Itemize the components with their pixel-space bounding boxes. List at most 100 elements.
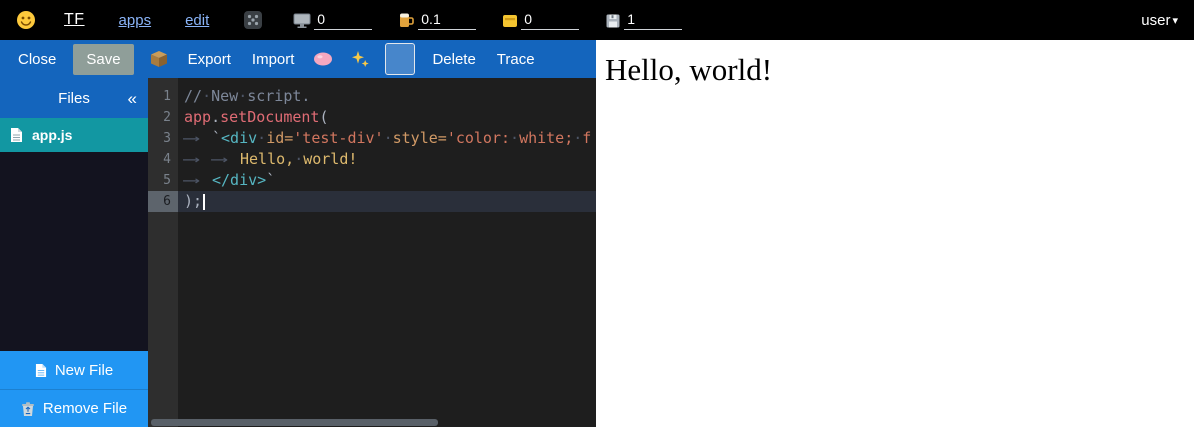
code-token-string: f bbox=[582, 129, 591, 147]
code-token-name: app bbox=[184, 108, 211, 126]
code-token-string: 'test-div' bbox=[293, 129, 383, 147]
code-token-comment: script. bbox=[247, 87, 310, 105]
code-line[interactable]: ⟶⟶Hello,·world! bbox=[178, 149, 596, 170]
line-number: 5 bbox=[148, 170, 178, 191]
code-token-text: world! bbox=[303, 150, 357, 168]
beer-icon bbox=[398, 11, 415, 29]
code-token-ws: · bbox=[510, 129, 519, 147]
code-token-tab: ⟶ bbox=[212, 149, 255, 170]
user-menu[interactable]: user ▾ bbox=[1141, 12, 1178, 29]
line-numbers: 123456 bbox=[148, 78, 178, 427]
nav-apps-link[interactable]: apps bbox=[119, 12, 152, 29]
code-token-tab: ⟶ bbox=[184, 128, 227, 149]
document-icon bbox=[10, 127, 23, 143]
trace-button[interactable]: Trace bbox=[493, 48, 539, 71]
file-name: app.js bbox=[32, 127, 72, 143]
workspace: Files « app.js bbox=[0, 78, 596, 427]
stat-monitor: 0 bbox=[293, 11, 372, 30]
preview-text: Hello, world! bbox=[605, 52, 1194, 88]
code-token-string: white; bbox=[519, 129, 573, 147]
coin-icon bbox=[502, 13, 518, 29]
nav-edit-link[interactable]: edit bbox=[185, 12, 209, 29]
line-number: 1 bbox=[148, 86, 178, 107]
code-line[interactable]: ); bbox=[178, 191, 596, 212]
stat-beer: 0.1 bbox=[398, 11, 476, 30]
files-header: Files « bbox=[0, 78, 148, 118]
editor-toolbar: Close Save Export Import bbox=[0, 40, 596, 78]
soap-button[interactable] bbox=[311, 49, 335, 69]
export-button[interactable]: Export bbox=[184, 48, 235, 71]
line-number: 2 bbox=[148, 107, 178, 128]
code-token-plain: ` bbox=[266, 171, 275, 189]
stat-floppy-value[interactable]: 1 bbox=[624, 11, 682, 30]
line-number: 6 bbox=[148, 191, 178, 212]
file-list-area bbox=[0, 152, 148, 351]
collapse-sidebar-icon[interactable]: « bbox=[128, 90, 137, 107]
code-lines[interactable]: //·New·script.app.setDocument(⟶`<div·id=… bbox=[178, 78, 596, 427]
code-token-plain: ( bbox=[319, 108, 328, 126]
soap-icon bbox=[313, 51, 333, 67]
new-file-icon bbox=[35, 363, 47, 378]
save-button[interactable]: Save bbox=[73, 44, 133, 75]
monitor-icon bbox=[293, 13, 311, 29]
new-file-label: New File bbox=[55, 362, 113, 379]
code-token-string: 'color: bbox=[447, 129, 510, 147]
stat-coin-value[interactable]: 0 bbox=[521, 11, 579, 30]
code-token-ws: · bbox=[573, 129, 582, 147]
code-token-ws: · bbox=[202, 87, 211, 105]
code-token-comment: New bbox=[211, 87, 238, 105]
blank-button[interactable] bbox=[385, 43, 415, 75]
code-line[interactable]: app.setDocument( bbox=[178, 107, 596, 128]
code-token-comment: // bbox=[184, 87, 202, 105]
file-sidebar: Files « app.js bbox=[0, 78, 148, 427]
code-token-attr: id= bbox=[266, 129, 293, 147]
user-label: user bbox=[1141, 12, 1170, 29]
scrollbar-thumb[interactable] bbox=[151, 419, 438, 426]
code-line[interactable]: //·New·script. bbox=[178, 86, 596, 107]
code-token-ws: · bbox=[294, 150, 303, 168]
code-token-ws: · bbox=[384, 129, 393, 147]
file-item-appjs[interactable]: app.js bbox=[0, 118, 148, 152]
stat-coin: 0 bbox=[502, 11, 579, 30]
new-file-button[interactable]: New File bbox=[0, 351, 148, 389]
code-token-ws: · bbox=[238, 87, 247, 105]
import-button[interactable]: Import bbox=[248, 48, 299, 71]
caret-down-icon: ▾ bbox=[1172, 14, 1178, 27]
line-number: 3 bbox=[148, 128, 178, 149]
code-token-plain: ); bbox=[184, 192, 202, 210]
code-editor[interactable]: 123456 //·New·script.app.setDocument(⟶`<… bbox=[148, 78, 596, 427]
line-number: 4 bbox=[148, 149, 178, 170]
main-area: Close Save Export Import bbox=[0, 40, 1194, 427]
floppy-icon bbox=[605, 13, 621, 29]
code-line[interactable]: ⟶</div>` bbox=[178, 170, 596, 191]
code-token-name: setDocument bbox=[220, 108, 319, 126]
code-token-attr: style= bbox=[393, 129, 447, 147]
editor-panel: Close Save Export Import bbox=[0, 40, 596, 427]
apps-grid-icon[interactable] bbox=[243, 10, 263, 30]
smiley-face-icon bbox=[16, 10, 36, 30]
code-token-tab: ⟶ bbox=[184, 170, 227, 191]
code-line[interactable]: ⟶`<div·id='test-div'·style='color:·white… bbox=[178, 128, 596, 149]
sparkles-icon bbox=[350, 49, 370, 69]
preview-pane: Hello, world! bbox=[596, 40, 1194, 427]
sparkles-button[interactable] bbox=[348, 47, 372, 71]
files-title: Files bbox=[58, 90, 90, 107]
delete-button[interactable]: Delete bbox=[428, 48, 479, 71]
code-token-ws: · bbox=[257, 129, 266, 147]
grid-dots-icon bbox=[243, 10, 263, 30]
close-button[interactable]: Close bbox=[14, 48, 60, 71]
stat-floppy: 1 bbox=[605, 11, 682, 30]
horizontal-scrollbar[interactable] bbox=[151, 419, 593, 426]
brand-link[interactable]: TF bbox=[64, 11, 85, 29]
package-button[interactable] bbox=[147, 47, 171, 71]
smiley-logo-icon[interactable] bbox=[16, 10, 36, 30]
text-cursor bbox=[203, 194, 205, 210]
trash-icon bbox=[21, 401, 35, 417]
stat-beer-value[interactable]: 0.1 bbox=[418, 11, 476, 30]
remove-file-label: Remove File bbox=[43, 400, 127, 417]
top-bar: TF apps edit 0 bbox=[0, 0, 1194, 40]
stat-monitor-value[interactable]: 0 bbox=[314, 11, 372, 30]
code-token-plain: . bbox=[211, 108, 220, 126]
remove-file-button[interactable]: Remove File bbox=[0, 389, 148, 427]
package-icon bbox=[149, 49, 169, 69]
